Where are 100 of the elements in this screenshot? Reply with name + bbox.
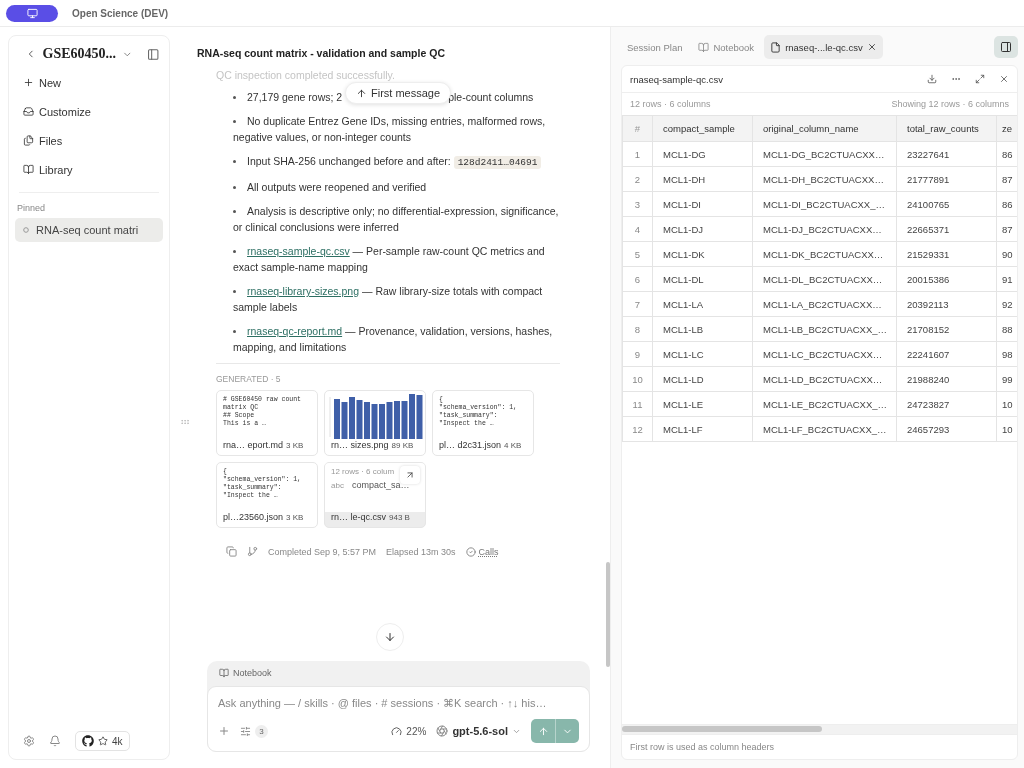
- calls-link[interactable]: Calls: [465, 546, 499, 557]
- table-cell: MCL1-DG_BC2CTUACXX…: [752, 141, 897, 167]
- close-button[interactable]: [999, 74, 1009, 84]
- column-header[interactable]: original_column_name: [752, 115, 897, 142]
- expand-button[interactable]: [975, 74, 985, 84]
- scrollbar-thumb[interactable]: [622, 726, 822, 732]
- table-cell: 24657293: [896, 416, 997, 442]
- file-size: 943 B: [389, 512, 410, 522]
- nav-item[interactable]: Files: [39, 134, 63, 147]
- table-cell: MCL1-LC_BC2CTUACXX…: [752, 341, 897, 367]
- table-cell: 21777891: [896, 166, 997, 192]
- scrollbar[interactable]: [606, 562, 610, 667]
- column-type: abc: [331, 480, 344, 490]
- download-button[interactable]: [927, 74, 937, 84]
- circle-icon: [23, 227, 29, 233]
- file-title: rnaseq-sample-qc.csv: [630, 73, 724, 85]
- table-cell: 6: [622, 266, 653, 292]
- tools-count: 3: [255, 724, 268, 738]
- table-cell: MCL1-DL_BC2CTUACXX…: [752, 266, 897, 292]
- bullet-text: rnaseq-qc-report.md — Provenance, validation, versions, hashes, mapping, and limitations: [232, 324, 554, 355]
- table-cell: MCL1-DJ: [652, 216, 753, 242]
- github-button[interactable]: 4k: [75, 731, 130, 751]
- table-cell: 23227641: [896, 141, 997, 167]
- bullet-text: rnaseq-sample-qc.csv — Per-sample raw-count QC metrics and exact sample-name mapping: [232, 244, 546, 275]
- branch-icon[interactable]: [247, 546, 258, 557]
- settings-icon[interactable]: [23, 735, 35, 747]
- table-cell: MCL1-LC: [652, 341, 753, 367]
- plus-icon[interactable]: [218, 725, 230, 737]
- monitor-icon: [26, 7, 38, 19]
- project-title[interactable]: GSE60450...: [42, 46, 116, 62]
- download-icon: [927, 74, 937, 84]
- plus-icon: [23, 77, 34, 88]
- pinned-item[interactable]: RNA-seq count matri: [15, 218, 163, 242]
- nav-item[interactable]: New: [39, 76, 61, 89]
- column-header[interactable]: ze: [996, 115, 1017, 142]
- bullet-text: Input SHA-256 unchanged before and after: 128d2411…04691: [216, 153, 560, 171]
- bullet-text: rnaseq-library-sizes.png — Raw library-size totals with compact sample labels: [232, 284, 544, 315]
- file-card[interactable]: rn… sizes.png 89 KB: [324, 390, 426, 456]
- bullet-text: 27,179 gene rows; 2: [247, 91, 343, 103]
- column-header[interactable]: total_raw_counts: [896, 115, 997, 142]
- model-selector[interactable]: gpt-5.6-sol: [436, 725, 521, 737]
- scroll-down-button[interactable]: [376, 623, 404, 651]
- table-summary: 12 rows · 6 columns: [630, 99, 711, 109]
- book-icon: [23, 164, 34, 175]
- bell-icon[interactable]: [49, 735, 61, 747]
- table-cell: 3: [622, 191, 653, 217]
- app-title: Open Science (DEV): [72, 7, 169, 19]
- expand-icon: [975, 74, 985, 84]
- nav-item[interactable]: Library: [39, 163, 73, 176]
- bullet-text: Analysis is descriptive only; no differential-expression, significance, or clinical conclusions were inferred: [232, 204, 560, 235]
- table-cell: 11: [622, 391, 653, 417]
- table-cell: 21529331: [896, 241, 997, 267]
- completed-time: Completed Sep 9, 5:57 PM: [268, 546, 377, 557]
- column-header[interactable]: compact_sample: [652, 115, 753, 142]
- table-cell: MCL1-DJ_BC2CTUACXX…: [752, 216, 897, 242]
- bullet-text: No duplicate Entrez Gene IDs, missing entries, malformed rows, negative values, or non-integer counts: [232, 114, 547, 145]
- app-badge[interactable]: [6, 4, 58, 22]
- sliders-icon[interactable]: [240, 725, 251, 737]
- arrow-up-icon: [356, 87, 367, 99]
- grip-icon[interactable]: [180, 417, 190, 427]
- file-link[interactable]: rnaseq-sample-qc.csv: [247, 245, 350, 257]
- github-icon: [82, 735, 94, 747]
- table-cell: MCL1-LD: [652, 366, 753, 392]
- message-text: QC inspection completed successfully.: [216, 69, 396, 81]
- panel-tab[interactable]: rnaseq-...le-qc.csv: [764, 35, 883, 59]
- table-footer-note: First row is used as column headers: [622, 734, 1017, 759]
- panel-tab[interactable]: Notebook: [692, 35, 761, 59]
- table-cell: MCL1-DG: [652, 141, 753, 167]
- check-circle-icon: [465, 546, 476, 557]
- file-card[interactable]: 12 rows · 6 colum abc compact_sa… rn… le-qc.csv 943 B: [324, 462, 426, 528]
- file-link[interactable]: rnaseq-library-sizes.png: [247, 285, 360, 297]
- table-cell: MCL1-LA_BC2CTUACXX…: [752, 291, 897, 317]
- close-icon[interactable]: [866, 42, 877, 52]
- context-usage: 22%: [406, 725, 427, 737]
- file-name: rn… sizes.png: [331, 440, 389, 450]
- sidebar-toggle-icon[interactable]: [146, 47, 159, 61]
- panel-tab[interactable]: Session Plan: [621, 35, 689, 59]
- table-cell: 9: [622, 341, 653, 367]
- file-size: 89 KB: [391, 440, 414, 450]
- panel-toggle-button[interactable]: [994, 36, 1018, 58]
- table-cell: MCL1-LE: [652, 391, 753, 417]
- table-cell: MCL1-LA: [652, 291, 753, 317]
- table-cell: 22241607: [896, 341, 997, 367]
- nav-item[interactable]: Customize: [39, 105, 91, 118]
- tray-icon: [23, 106, 34, 117]
- expand-button[interactable]: [400, 466, 420, 484]
- star-icon: [98, 736, 108, 746]
- arrow-up-icon: [537, 725, 549, 737]
- file-name: rna… eport.md: [223, 440, 284, 450]
- mode-label[interactable]: Notebook: [233, 668, 272, 678]
- file-link[interactable]: rnaseq-qc-report.md: [247, 325, 343, 337]
- file-name: rn… le-qc.csv: [331, 512, 386, 522]
- table-cell: 21988240: [896, 366, 997, 392]
- table-cell: MCL1-LD_BC2CTUACXX…: [752, 366, 897, 392]
- table-cell: 21708152: [896, 316, 997, 342]
- table-cell: MCL1-DL: [652, 266, 753, 292]
- table-cell: MCL1-LF_BC2CTUACXX_…: [752, 416, 897, 442]
- table-summary: Showing 12 rows · 6 columns: [891, 99, 1009, 109]
- table-cell: MCL1-LB: [652, 316, 753, 342]
- copy-icon[interactable]: [226, 546, 237, 557]
